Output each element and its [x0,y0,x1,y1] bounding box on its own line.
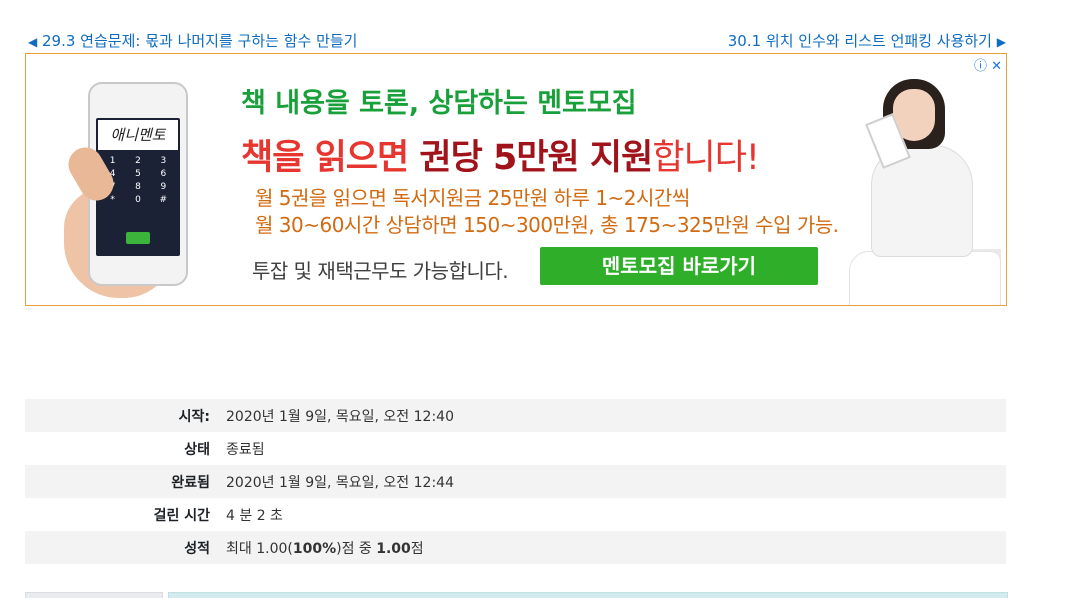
prev-activity-label: 29.3 연습문제: 몫과 나머지를 구하는 함수 만들기 [42,32,358,50]
woman-reading-image [841,79,1001,305]
grade-percent: 100% [292,540,337,557]
summary-label-started: 시작: [178,408,210,425]
phone-logo: 애니멘토 [98,120,178,150]
table-row: 상태 종료됨 [25,432,1006,465]
next-activity-link[interactable]: 30.1 위치 인수와 리스트 언패킹 사용하기 ▶ [728,30,1006,51]
right-triangle-icon: ▶ [996,35,1006,49]
table-row: 걸린 시간 4 분 2 초 [25,498,1006,531]
keypad-key: 6 [160,169,167,179]
ad-offer-part1: 책을 읽으면 [241,138,420,178]
grade-mid: )점 중 [336,540,377,557]
keypad-key: 8 [135,182,141,192]
grade-score: 1.00 [376,540,411,557]
summary-value-grade: 최대 1.00(100%)점 중 1.00점 [213,531,1006,564]
table-row: 시작: 2020년 1월 9일, 목요일, 오전 12:40 [25,399,1006,432]
table-row: 성적 최대 1.00(100%)점 중 1.00점 [25,531,1006,564]
prev-activity-link[interactable]: ◀ 29.3 연습문제: 몫과 나머지를 구하는 함수 만들기 [28,30,357,51]
table-row: 완료됨 2020년 1월 9일, 목요일, 오전 12:44 [25,465,1006,498]
keypad-key: 2 [135,156,141,166]
call-key [126,232,150,244]
summary-value-state: 종료됨 [226,441,265,458]
summary-value-completed: 2020년 1월 9일, 목요일, 오전 12:44 [226,474,454,491]
ad-close-icon[interactable]: ⓘ ✕ [974,55,1002,74]
summary-value-time-taken: 4 분 2 초 [226,507,283,524]
bottom-right-panel [168,592,1008,598]
ad-cta-button[interactable]: 멘토모집 바로가기 [540,247,818,285]
phone-in-hand-image: 애니멘토 1 2 3 4 5 6 7 8 9 * 0 # [62,76,224,298]
grade-suffix: 점 [410,540,424,557]
ad-offer-part2: 합니다! [652,138,760,178]
summary-label-completed: 완료됨 [171,474,210,491]
keypad-key: 3 [160,156,167,166]
grade-prefix: 최대 1.00( [226,540,293,557]
summary-label-state: 상태 [184,441,210,458]
advertisement-banner[interactable]: ⓘ ✕ 애니멘토 1 2 3 4 5 6 7 8 9 * 0 # [25,53,1007,306]
next-activity-label: 30.1 위치 인수와 리스트 언패킹 사용하기 [727,32,992,50]
keypad-key: # [159,195,168,205]
keypad-key: 0 [135,195,141,205]
bottom-left-panel [25,592,163,598]
ad-headline: 책 내용을 토론, 상담하는 멘토모집 [241,88,637,119]
ad-main-offer: 책을 읽으면 권당 5만원 지원합니다! [241,129,760,180]
keypad-key: 9 [160,182,167,192]
ad-detail-line-2: 월 30~60시간 상담하면 150~300만원, 총 175~325만원 수입… [255,213,839,237]
attempt-summary-table: 시작: 2020년 1월 9일, 목요일, 오전 12:40 상태 종료됨 완료… [25,399,1006,564]
keypad-key: 5 [135,169,141,179]
summary-label-time-taken: 걸린 시간 [153,507,210,524]
summary-label-grade: 성적 [184,540,210,557]
summary-value-started: 2020년 1월 9일, 목요일, 오전 12:40 [226,408,454,425]
ad-detail-line-3: 투잡 및 재택근무도 가능합니다. [252,259,509,283]
left-triangle-icon: ◀ [28,35,38,49]
ad-detail-line-1: 월 5권을 읽으면 독서지원금 25만원 하루 1~2시간씩 [255,186,690,210]
pants-illustration [849,251,1001,305]
ad-offer-bold: 권당 5만원 지원 [419,138,653,178]
